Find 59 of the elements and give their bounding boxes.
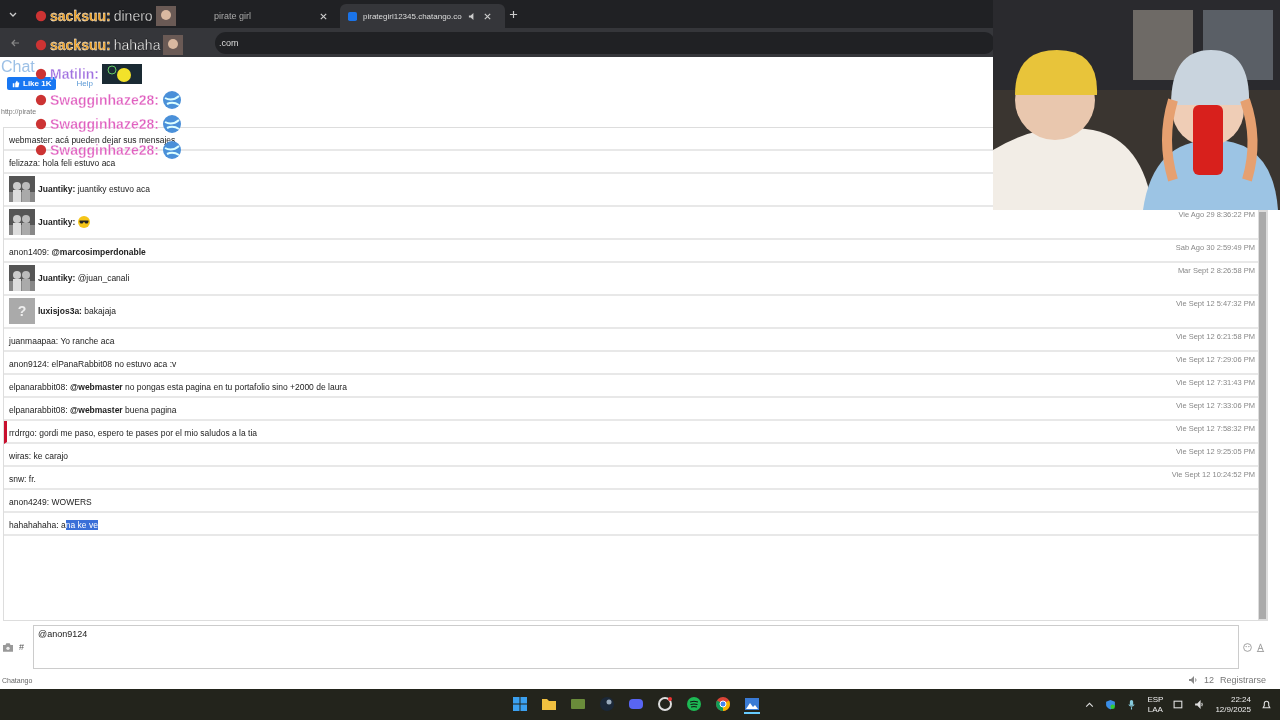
monitor-icon[interactable]	[1173, 699, 1185, 710]
chrome-icon[interactable]	[715, 695, 731, 712]
default-avatar: ?	[9, 298, 35, 325]
volume-icon[interactable]	[1194, 699, 1206, 710]
message-text: Juantiky: @juan_canali	[38, 272, 130, 284]
message-text: Juantiky: juantiky estuvo aca	[38, 183, 150, 195]
chat-icon	[348, 11, 357, 21]
browser-tab[interactable]: pirate girl	[206, 4, 336, 28]
chevron-up-icon[interactable]	[1084, 699, 1096, 710]
message-text: Juantiky:	[38, 216, 76, 228]
browser-tab[interactable]: pirategirl12345.chatango.co	[340, 4, 505, 28]
message-text: rrdrrgo: gordi me paso, espero te pases por el mio saludos a la tia	[9, 428, 258, 440]
close-icon[interactable]	[482, 11, 492, 21]
hashtag-button[interactable]: #	[19, 642, 24, 653]
overlay-username: sacksuu:	[50, 9, 111, 23]
message-text: felizaza: hola feli estuvo aca	[9, 158, 116, 170]
overlay-username: Swagginhaze28:	[50, 117, 159, 131]
new-tab-icon[interactable]	[509, 9, 518, 19]
speaker-icon[interactable]	[1187, 675, 1198, 686]
message-text: elpanarabbit08: @webmaster no pongas esta pagina en tu portafolio sino +2000 de laura	[9, 382, 347, 394]
overlay-message: dinero	[113, 9, 153, 23]
message-text: wiras: ke carajo	[9, 451, 69, 463]
user-count: 12	[1203, 675, 1214, 686]
overlay-username: Swagginhaze28:	[50, 93, 159, 107]
globe-icon	[161, 114, 182, 134]
message-text: anon1409: @marcosimperdonable	[9, 247, 146, 259]
badge-icon	[35, 144, 47, 156]
chatango-logo: Chat	[1, 57, 35, 78]
notification-icon[interactable]	[1261, 699, 1272, 710]
message-text: luxisjos3a: bakajaja	[38, 305, 116, 317]
clock[interactable]: 22:24 12/9/2025	[1215, 694, 1251, 715]
badge-icon	[35, 118, 47, 130]
address-bar[interactable]: .com	[215, 31, 995, 54]
shield-icon[interactable]	[1105, 699, 1117, 710]
overlay-message: hahaha	[113, 38, 161, 52]
message-text: elpanarabbit08: @webmaster buena pagina	[9, 405, 177, 417]
badge-icon	[35, 94, 47, 106]
badge-icon	[35, 39, 47, 51]
start-icon[interactable]	[512, 695, 528, 712]
overlay-username: Swagginhaze28:	[50, 143, 159, 157]
badge-icon	[35, 10, 47, 22]
overlay-username: sacksuu:	[50, 38, 111, 52]
badge-icon	[35, 68, 47, 80]
language-indicator[interactable]: ESP LAA	[1147, 694, 1164, 715]
thumbs-up-icon	[12, 79, 20, 88]
message-text: juanmaapaa: Yo ranche aca	[9, 336, 115, 348]
circle-app-icon[interactable]	[657, 695, 673, 712]
scrollbar-thumb[interactable]	[1259, 212, 1266, 620]
message-text: anon4249: WOWERS	[9, 497, 92, 509]
globe-icon	[161, 90, 182, 110]
camera-icon[interactable]	[3, 642, 13, 652]
spotify-icon[interactable]	[686, 695, 702, 712]
message-text: anon9124: elPanaRabbit08 no estuvo aca :v	[9, 359, 177, 371]
back-icon[interactable]	[10, 37, 20, 48]
close-icon[interactable]	[319, 11, 328, 21]
message-input[interactable]: @anon9124	[33, 625, 1239, 670]
register-link[interactable]: Registrarse	[1220, 675, 1266, 686]
message-text: snw: fr.	[9, 474, 36, 486]
mountain-app-icon[interactable]	[744, 695, 760, 714]
